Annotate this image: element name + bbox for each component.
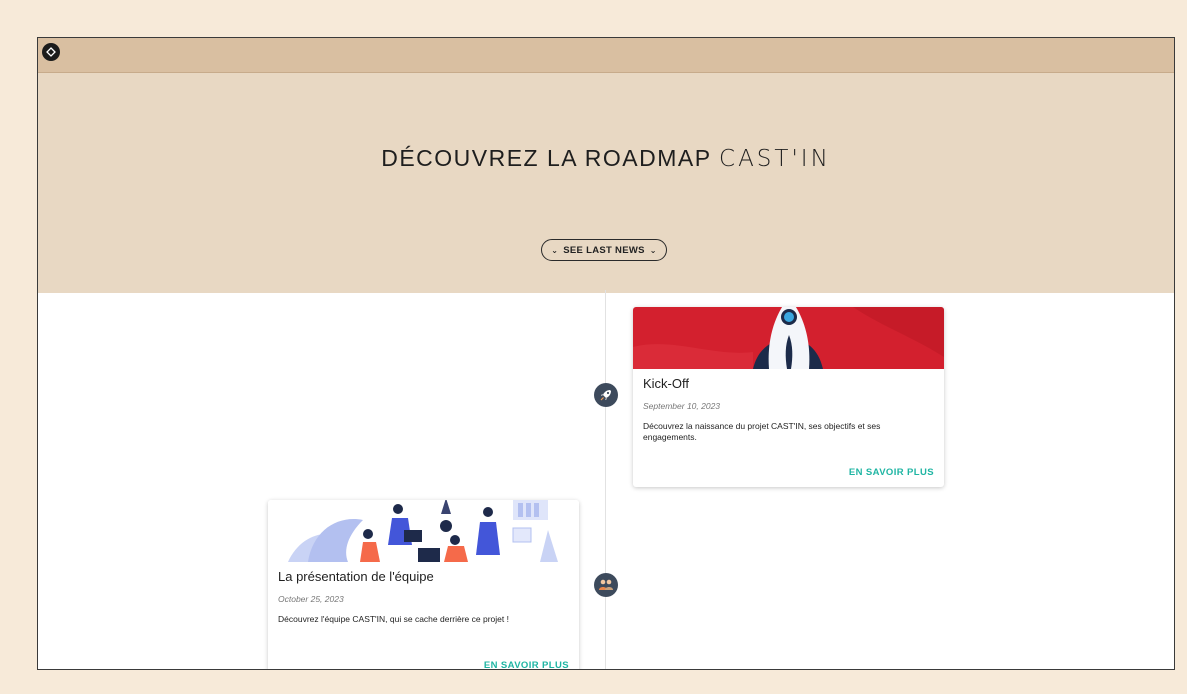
card-description: Découvrez l'équipe CAST'IN, qui se cache… bbox=[278, 614, 509, 624]
top-bar bbox=[38, 38, 1174, 73]
card-description: Découvrez la naissance du projet CAST'IN… bbox=[643, 421, 881, 443]
see-last-news-button[interactable]: ⌄ SEE LAST NEWS ⌄ bbox=[541, 239, 667, 261]
card-title: Kick-Off bbox=[643, 376, 689, 391]
back-button[interactable] bbox=[42, 43, 60, 61]
kickoff-banner-image bbox=[633, 307, 944, 369]
timeline-card-team: La présentation de l'équipe October 25, … bbox=[268, 500, 579, 669]
team-icon bbox=[594, 573, 618, 597]
page-title-main: DÉCOUVREZ LA ROADMAP bbox=[381, 145, 712, 171]
timeline-axis bbox=[605, 290, 606, 669]
card-title: La présentation de l'équipe bbox=[278, 569, 434, 584]
team-illustration-image bbox=[268, 500, 579, 562]
en-savoir-plus-link[interactable]: EN SAVOIR PLUS bbox=[849, 467, 934, 478]
card-date: October 25, 2023 bbox=[278, 594, 344, 604]
chevron-down-icon: ⌄ bbox=[551, 245, 559, 255]
see-last-news-label: SEE LAST NEWS bbox=[563, 244, 645, 256]
en-savoir-plus-link[interactable]: EN SAVOIR PLUS bbox=[484, 660, 569, 669]
rocket-icon bbox=[594, 383, 618, 407]
brand-logo-text: CAST'IN bbox=[719, 146, 831, 172]
card-date: September 10, 2023 bbox=[643, 401, 721, 411]
app-frame: DÉCOUVREZ LA ROADMAP CAST'IN ⌄ SEE LAST … bbox=[37, 37, 1175, 670]
page-title: DÉCOUVREZ LA ROADMAP CAST'IN bbox=[38, 145, 1174, 172]
chevron-down-icon: ⌄ bbox=[649, 245, 657, 255]
back-diamond-icon bbox=[46, 47, 56, 57]
timeline-card-kickoff: Kick-Off September 10, 2023 Découvrez la… bbox=[633, 307, 944, 487]
